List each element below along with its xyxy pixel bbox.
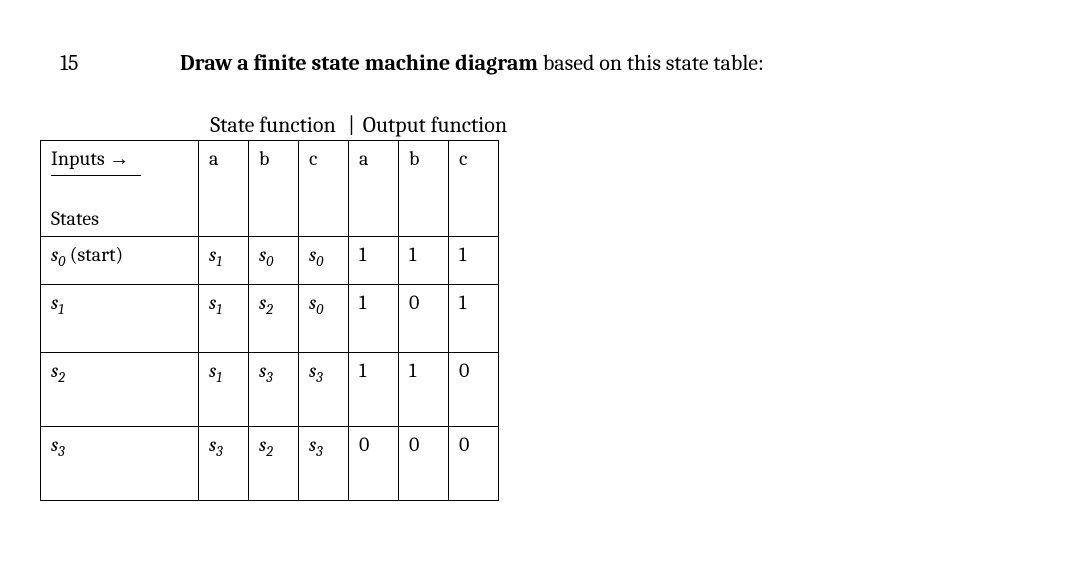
cell: 1 <box>349 285 399 353</box>
cell: s3 <box>199 427 249 501</box>
cell: 0 <box>449 353 499 427</box>
group-header-sep: | <box>348 112 355 138</box>
table-row: s3 s3 s2 s3 0 0 0 <box>41 427 499 501</box>
cell: s1 <box>199 285 249 353</box>
col-header: c <box>449 141 499 237</box>
table-header-row: Inputs → States a b c a b c <box>41 141 499 237</box>
cell: 0 <box>449 427 499 501</box>
col-header: c <box>299 141 349 237</box>
cell: 1 <box>349 237 399 285</box>
cell: s3 <box>299 427 349 501</box>
state-cell: s3 <box>41 427 199 501</box>
cell: 0 <box>399 285 449 353</box>
cell: s3 <box>249 353 299 427</box>
arrow-right-icon: → <box>109 148 129 170</box>
cell: 1 <box>449 237 499 285</box>
state-cell: s0 (start) <box>41 237 199 285</box>
cell: s1 <box>199 353 249 427</box>
cell: 1 <box>399 237 449 285</box>
cell: s0 <box>299 285 349 353</box>
divider-line <box>51 175 141 176</box>
cell: 0 <box>399 427 449 501</box>
col-header: b <box>399 141 449 237</box>
cell: 1 <box>349 353 399 427</box>
state-cell: s1 <box>41 285 199 353</box>
table-row: s2 s1 s3 s3 1 1 0 <box>41 353 499 427</box>
cell: s2 <box>249 427 299 501</box>
question-number: 15 <box>40 50 180 76</box>
prompt-bold: Draw a finite state machine diagram <box>180 50 538 76</box>
prompt-rest: based on this state table: <box>538 50 764 76</box>
cell: 0 <box>349 427 399 501</box>
question-header: 15 Draw a finite state machine diagram b… <box>40 50 1034 76</box>
cell: s3 <box>299 353 349 427</box>
table-row: s1 s1 s2 s0 1 0 1 <box>41 285 499 353</box>
cell: s2 <box>249 285 299 353</box>
header-corner-cell: Inputs → States <box>41 141 199 237</box>
group-header-state: State function <box>198 112 348 138</box>
state-table-wrap: State function | Output function Inputs … <box>40 112 1034 501</box>
cell: s0 <box>299 237 349 285</box>
table-row: s0 (start) s1 s0 s0 1 1 1 <box>41 237 499 285</box>
inputs-label: Inputs → <box>51 147 129 171</box>
states-label: States <box>51 207 99 230</box>
col-header: a <box>199 141 249 237</box>
group-header-output: Output function <box>355 112 515 138</box>
state-cell: s2 <box>41 353 199 427</box>
group-header-row: State function | Output function <box>198 112 1034 138</box>
cell: s1 <box>199 237 249 285</box>
question-prompt: Draw a finite state machine diagram base… <box>180 50 764 76</box>
cell: 1 <box>449 285 499 353</box>
col-header: a <box>349 141 399 237</box>
state-table: Inputs → States a b c a b c s0 (start) s… <box>40 140 499 501</box>
col-header: b <box>249 141 299 237</box>
cell: s0 <box>249 237 299 285</box>
cell: 1 <box>399 353 449 427</box>
